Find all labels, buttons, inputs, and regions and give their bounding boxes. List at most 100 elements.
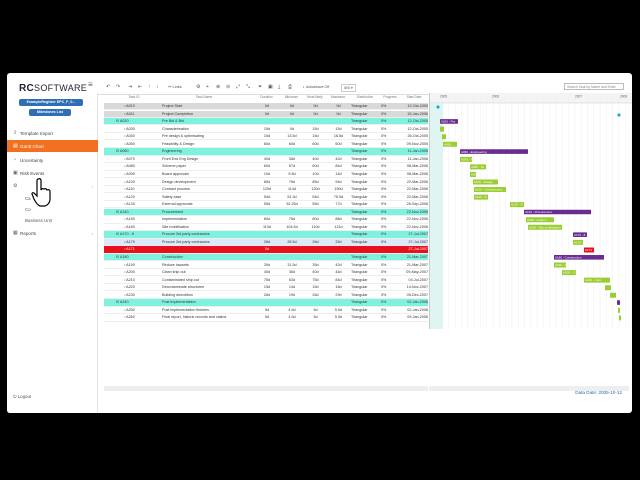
cell[interactable]: 10d (255, 171, 279, 178)
cell[interactable]: 0% (381, 156, 400, 163)
cell[interactable]: 0% (381, 148, 400, 155)
cell[interactable]: 22-Nov-2006 (401, 209, 428, 216)
cell[interactable] (255, 148, 279, 155)
milestones-list-button[interactable]: Milestones List (29, 109, 71, 116)
cell[interactable]: Engineering (162, 148, 261, 155)
cell[interactable]: 26d (255, 239, 279, 246)
row-checkbox[interactable] (105, 246, 114, 253)
table-row[interactable]: ▫ A160 Site mobilisation 110d 104.5d 110d 121… (104, 224, 428, 232)
cell[interactable]: Board approvals (162, 171, 261, 178)
cell[interactable]: 5d (305, 307, 326, 314)
cell[interactable]: 40d (305, 269, 326, 276)
cell[interactable] (280, 118, 304, 125)
cell[interactable] (255, 254, 279, 261)
table-row[interactable]: ▫ A100 Design development 85d 76d 85d 94d Tria… (104, 179, 428, 186)
undo-icon[interactable]: ↶ (106, 84, 110, 90)
cell[interactable]: Safety case (162, 194, 261, 201)
cell[interactable]: 94d (327, 179, 350, 186)
cell[interactable] (280, 209, 304, 216)
cell[interactable]: 40d (255, 269, 279, 276)
cell[interactable]: 0d (255, 246, 279, 253)
cell[interactable]: 4.5d (280, 314, 304, 321)
cell[interactable]: 0% (381, 239, 400, 246)
cell[interactable] (255, 299, 279, 306)
cell[interactable]: Triangular (351, 239, 380, 246)
column-header[interactable]: Minimum (279, 93, 304, 101)
cell[interactable]: ▫ A070 (124, 156, 163, 163)
row-checkbox[interactable] (105, 254, 114, 261)
cell[interactable]: 15d (255, 284, 279, 291)
row-checkbox[interactable] (105, 224, 114, 231)
cell[interactable] (305, 209, 326, 216)
table-row[interactable]: ▫ A090 Board approvals 10d 9.5d 10d 14d Triang… (104, 171, 428, 179)
cell[interactable]: 09-Nov-2005 (401, 141, 428, 148)
sidebar-item-gantt-chart[interactable]: ▤ Gantt Chart (7, 140, 98, 152)
cell[interactable]: ▫ A050 (124, 141, 163, 148)
cell[interactable]: 38d (280, 156, 304, 163)
table-row[interactable]: ▫ A171 0d 27-Jul-2007 (104, 246, 428, 254)
cell[interactable]: 60d (255, 163, 279, 170)
column-header[interactable]: Start Date (400, 93, 428, 101)
cell[interactable] (305, 118, 326, 125)
cell[interactable] (162, 246, 261, 253)
cell[interactable]: 54d (305, 194, 326, 201)
cell[interactable]: 08-Mar-2006 (401, 171, 428, 178)
sidebar-item-template-import[interactable]: ⇪ Template Import (7, 127, 98, 139)
cell[interactable]: 0% (381, 299, 400, 306)
cell[interactable]: 16.5d (327, 133, 350, 140)
cell[interactable]: Feasibility & Design (162, 141, 261, 148)
cell[interactable]: 11-Jan-2006 (401, 148, 428, 155)
cell[interactable]: 120d (255, 186, 279, 193)
links-toggle[interactable]: ⚯ Links (168, 84, 182, 90)
cell[interactable]: 15d (305, 284, 326, 291)
cell[interactable]: 26d (305, 292, 326, 299)
logout-link[interactable]: ⏻ Logout (13, 394, 31, 399)
cell[interactable]: Triangular (351, 284, 380, 291)
cell[interactable]: 12-Oct-2005 (401, 118, 429, 125)
cell[interactable] (280, 148, 304, 155)
cell[interactable]: 0% (381, 307, 400, 314)
cell[interactable]: 0% (381, 179, 400, 186)
cell[interactable]: Project Start (162, 103, 261, 110)
search-task-input[interactable]: Search Task by Name and Enter (564, 83, 624, 90)
cell[interactable]: 84d (327, 277, 350, 284)
cell[interactable]: 0d (327, 103, 350, 110)
indent-icon[interactable]: ⇥ (128, 84, 132, 90)
cell[interactable]: Triangular (351, 118, 380, 125)
cell[interactable]: 0% (381, 292, 400, 299)
cell[interactable]: 02-Jan-2008 (401, 307, 428, 314)
cell[interactable]: 0d (280, 103, 304, 110)
table-row[interactable]: ⊟ A180 Construction Triangular 0% 21-Mar-200… (104, 254, 428, 262)
cell[interactable] (327, 254, 350, 261)
cell[interactable]: ▫ A010 (124, 103, 163, 110)
export-icon[interactable]: ⤓ (278, 84, 280, 90)
row-checkbox[interactable] (105, 148, 114, 155)
table-row[interactable]: ⊟ A140 Procurement Triangular 0% 22-Nov-2006 (104, 208, 428, 216)
cell[interactable]: 51.3d (280, 194, 304, 201)
cell[interactable]: 5d (255, 314, 279, 321)
table-row[interactable]: ▫ A120 Safety case 54d 51.3d 54d 75.5d Triangu… (104, 194, 428, 201)
cell[interactable]: 42d (327, 262, 350, 269)
cell[interactable]: ▫ A260 (124, 314, 163, 321)
cell[interactable] (327, 299, 350, 306)
cell[interactable]: Triangular (351, 292, 380, 299)
column-header[interactable]: Task ID (114, 93, 154, 101)
table-row[interactable]: ▫ A200 Clean ship out 40d 36d 40d 44d Triangul… (104, 269, 428, 277)
cell[interactable]: 0% (381, 216, 400, 223)
cell[interactable]: 63d (280, 277, 304, 284)
cell[interactable]: ⊟ A060 (116, 148, 155, 155)
cell[interactable]: Decontaminate structures (162, 284, 261, 291)
table-row[interactable]: ⊟ A060 Engineering Triangular 0% 11-Jan-2006 (104, 148, 428, 156)
cell[interactable]: 29d (327, 292, 350, 299)
table-row[interactable]: ▫ A250 Post implementation finishes 5d 4.5d… (104, 307, 428, 315)
cell[interactable]: 0% (381, 133, 400, 140)
row-checkbox[interactable] (105, 277, 114, 284)
table-row[interactable]: ⊟ A240 Post Implementation Triangular 0% 02-… (104, 299, 428, 307)
cell[interactable]: 15d (327, 126, 350, 133)
cell[interactable]: 60d (327, 141, 350, 148)
cell[interactable]: 60d (305, 141, 326, 148)
sidebar-subitem-business-unit[interactable]: Business Unit (25, 218, 52, 223)
cell[interactable] (305, 254, 326, 261)
cell[interactable]: 35d (255, 262, 279, 269)
cell[interactable]: Triangular (351, 216, 380, 223)
